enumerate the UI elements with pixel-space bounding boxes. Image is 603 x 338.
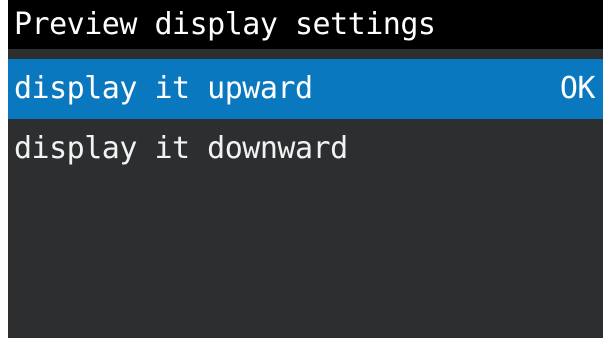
menu-item-display-upward[interactable]: display it upward OK bbox=[8, 59, 603, 119]
menu-item-label: display it downward bbox=[14, 131, 348, 166]
screen-title: Preview display settings bbox=[8, 0, 603, 49]
device-screen: Preview display settings display it upwa… bbox=[8, 0, 603, 338]
options-menu: display it upward OK display it downward bbox=[8, 59, 603, 179]
menu-item-label: display it upward bbox=[14, 71, 313, 106]
menu-item-status: OK bbox=[559, 71, 596, 106]
menu-item-display-downward[interactable]: display it downward bbox=[8, 119, 603, 179]
